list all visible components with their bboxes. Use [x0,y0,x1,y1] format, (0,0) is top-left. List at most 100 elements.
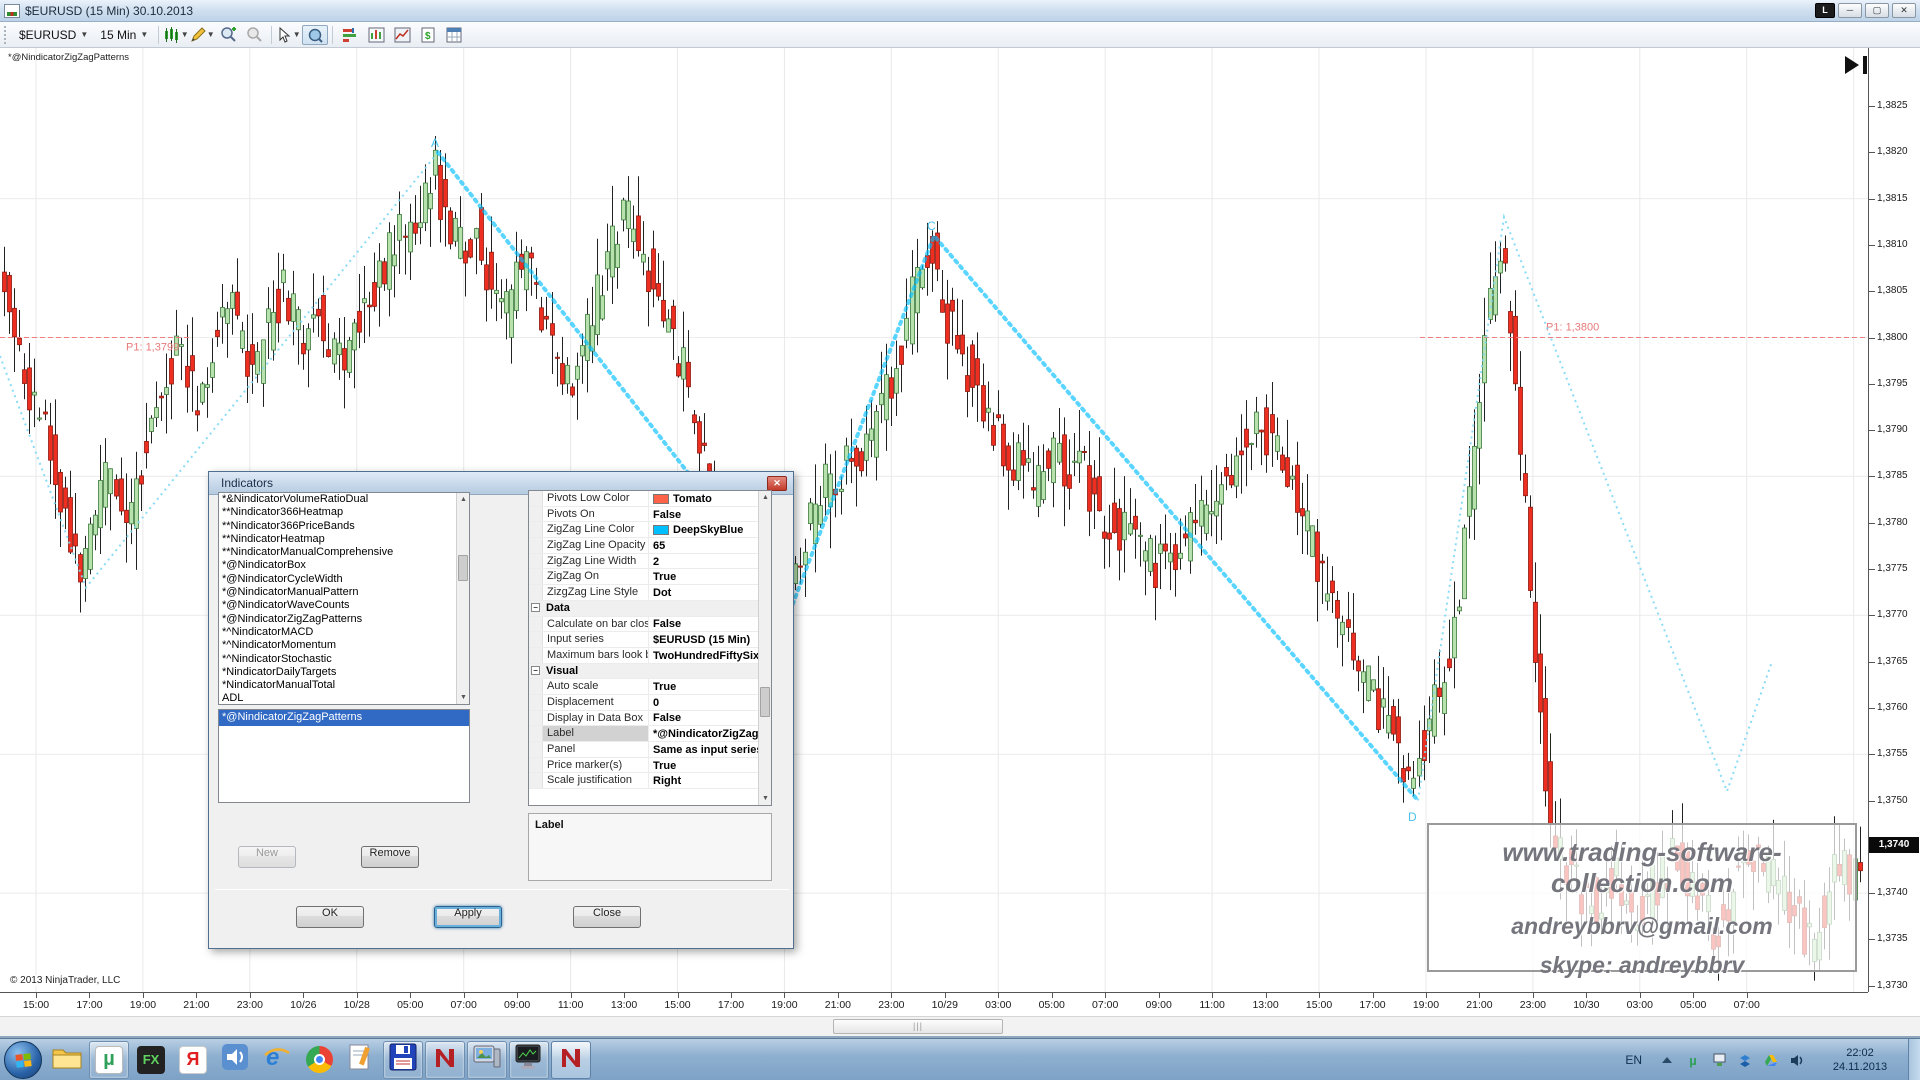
scrollbar-thumb[interactable] [760,687,770,717]
indicator-list-item[interactable]: *NindicatorManualTotal [219,679,469,692]
hotlist-button[interactable] [389,25,415,45]
property-value[interactable]: Tomato [649,491,771,506]
property-value[interactable]: True [649,569,771,584]
property-row[interactable]: Pivots Low ColorTomato [529,491,771,507]
indicator-list-item[interactable]: *@NindicatorWaveCounts [219,599,469,612]
property-value[interactable]: True [649,679,771,694]
property-value[interactable]: TwoHundredFiftySix [649,648,771,663]
scrollbar-thumb[interactable] [833,1019,1003,1034]
property-row[interactable]: Scale justificationRight [529,773,771,789]
scroll-up-icon[interactable]: ▲ [457,493,470,506]
ok-button[interactable]: OK [296,906,364,928]
applied-indicators-listbox[interactable]: *@NindicatorZigZagPatterns [218,709,470,803]
dialog-close-button[interactable]: ✕ [767,476,787,491]
start-button[interactable] [4,1041,42,1079]
taskbar-remote-monitor-button[interactable] [509,1041,549,1079]
taskbar-floppy-app-button[interactable] [383,1041,423,1079]
property-value[interactable]: Right [649,773,771,788]
property-section-row[interactable]: −Data [529,601,771,617]
show-desktop-button[interactable] [1908,1039,1920,1080]
utorrent-icon[interactable]: µ [1685,1052,1701,1068]
property-value[interactable]: Dot [649,585,771,600]
indicator-list-item[interactable]: **NindicatorHeatmap [219,533,469,546]
close-window-button[interactable]: ✕ [1892,3,1916,18]
indicator-list-item[interactable]: *&NindicatorVolumeRatioDual [219,493,469,506]
taskbar-ninjatrader-button[interactable] [425,1041,465,1079]
property-row[interactable]: Pivots OnFalse [529,507,771,523]
network-icon[interactable] [1711,1052,1727,1068]
toolbar-grip[interactable] [4,26,9,44]
indicator-list-item[interactable]: *@NindicatorCycleWidth [219,573,469,586]
taskbar-image-viewer-button[interactable] [467,1041,507,1079]
taskbar-yandex-button[interactable]: Я [173,1041,213,1079]
property-row[interactable]: ZigZag Line ColorDeepSkyBlue [529,522,771,538]
property-row[interactable]: Price marker(s)True [529,758,771,774]
account-doc-button[interactable]: $ [415,25,441,45]
indicator-list-item[interactable]: ADL [219,692,469,705]
taskbar-internet-explorer-button[interactable]: e [257,1041,297,1079]
lock-button[interactable]: L [1815,3,1835,18]
zoom-out-button[interactable] [241,25,267,45]
property-value[interactable]: $EURUSD (15 Min) [649,632,771,647]
zoom-in-button[interactable] [215,25,241,45]
property-value[interactable]: Same as input series [649,742,771,757]
collapse-icon[interactable]: − [531,603,540,612]
language-indicator[interactable]: EN [1625,1053,1642,1067]
property-value[interactable]: *@NindicatorZigZagPatterns [649,726,771,741]
taskbar-fx-terminal-button[interactable]: FX [131,1041,171,1079]
property-row[interactable]: Maximum bars look backTwoHundredFiftySix [529,648,771,664]
interval-dropdown[interactable]: 15 Min ▼ [94,26,154,44]
indicator-listbox[interactable]: *&NindicatorVolumeRatioDual**Nindicator3… [218,492,470,705]
instrument-dropdown[interactable]: $EURUSD ▼ [13,26,94,44]
gdrive-icon[interactable] [1763,1052,1779,1068]
hidden-icons-arrow-icon[interactable] [1659,1052,1675,1068]
property-section-row[interactable]: −Visual [529,664,771,680]
collapse-icon[interactable]: − [531,666,540,675]
property-row[interactable]: ZizgZag Line StyleDot [529,585,771,601]
new-button[interactable]: New [238,846,296,868]
property-row[interactable]: Displacement0 [529,695,771,711]
market-analyzer-button[interactable] [337,25,363,45]
property-grid[interactable]: Pivots Low ColorTomatoPivots OnFalseZigZ… [528,490,772,806]
scroll-up-icon[interactable]: ▲ [759,491,772,504]
property-row[interactable]: Display in Data BoxFalse [529,711,771,727]
property-value[interactable]: True [649,758,771,773]
property-value[interactable]: False [649,617,771,632]
chart-horizontal-scrollbar[interactable] [0,1016,1920,1036]
indicator-list-item[interactable]: **Nindicator366Heatmap [219,506,469,519]
applied-indicator-item[interactable]: *@NindicatorZigZagPatterns [219,710,469,726]
drawing-tools-button[interactable]: ▼ [189,25,215,45]
taskbar-volume-app-button[interactable] [215,1041,255,1079]
chart-window-button[interactable] [363,25,389,45]
taskbar-utorrent-button[interactable]: µ [89,1041,129,1079]
taskbar-notes-button[interactable] [341,1041,381,1079]
indicator-list-item[interactable]: *@NindicatorManualPattern [219,586,469,599]
remove-button[interactable]: Remove [361,846,419,868]
databox-button[interactable] [302,25,328,45]
property-row[interactable]: Calculate on bar closeFalse [529,617,771,633]
property-row[interactable]: Auto scaleTrue [529,679,771,695]
go-to-last-bar-icon[interactable] [1843,54,1877,76]
taskbar-ninjatrader-active-button[interactable] [551,1041,591,1079]
property-value[interactable]: False [649,507,771,522]
time-axis[interactable]: 15:0017:0019:0021:0023:0010/2610/2805:00… [0,992,1868,1016]
properties-scrollbar[interactable]: ▲ ▼ [758,491,771,805]
dropbox-icon[interactable] [1737,1052,1753,1068]
property-value[interactable]: False [649,711,771,726]
apply-button[interactable]: Apply [434,906,502,928]
chart-style-button[interactable]: ▼ [163,25,189,45]
indicator-list-item[interactable]: *^NindicatorMACD [219,626,469,639]
scrollbar-thumb[interactable] [458,555,468,581]
property-value[interactable]: 2 [649,554,771,569]
property-row[interactable]: ZigZag OnTrue [529,569,771,585]
property-value[interactable]: DeepSkyBlue [649,522,771,537]
volume-icon[interactable] [1789,1052,1805,1068]
property-row[interactable]: ZigZag Line Opacity65 [529,538,771,554]
minimize-button[interactable]: ─ [1838,3,1862,18]
indicator-list-item[interactable]: *NindicatorDailyTargets [219,666,469,679]
calendar-button[interactable] [441,25,467,45]
maximize-button[interactable]: ▢ [1865,3,1889,18]
property-row[interactable]: ZigZag Line Width2 [529,554,771,570]
property-row[interactable]: Label*@NindicatorZigZagPatterns [529,726,771,742]
taskbar-explorer-button[interactable] [47,1041,87,1079]
